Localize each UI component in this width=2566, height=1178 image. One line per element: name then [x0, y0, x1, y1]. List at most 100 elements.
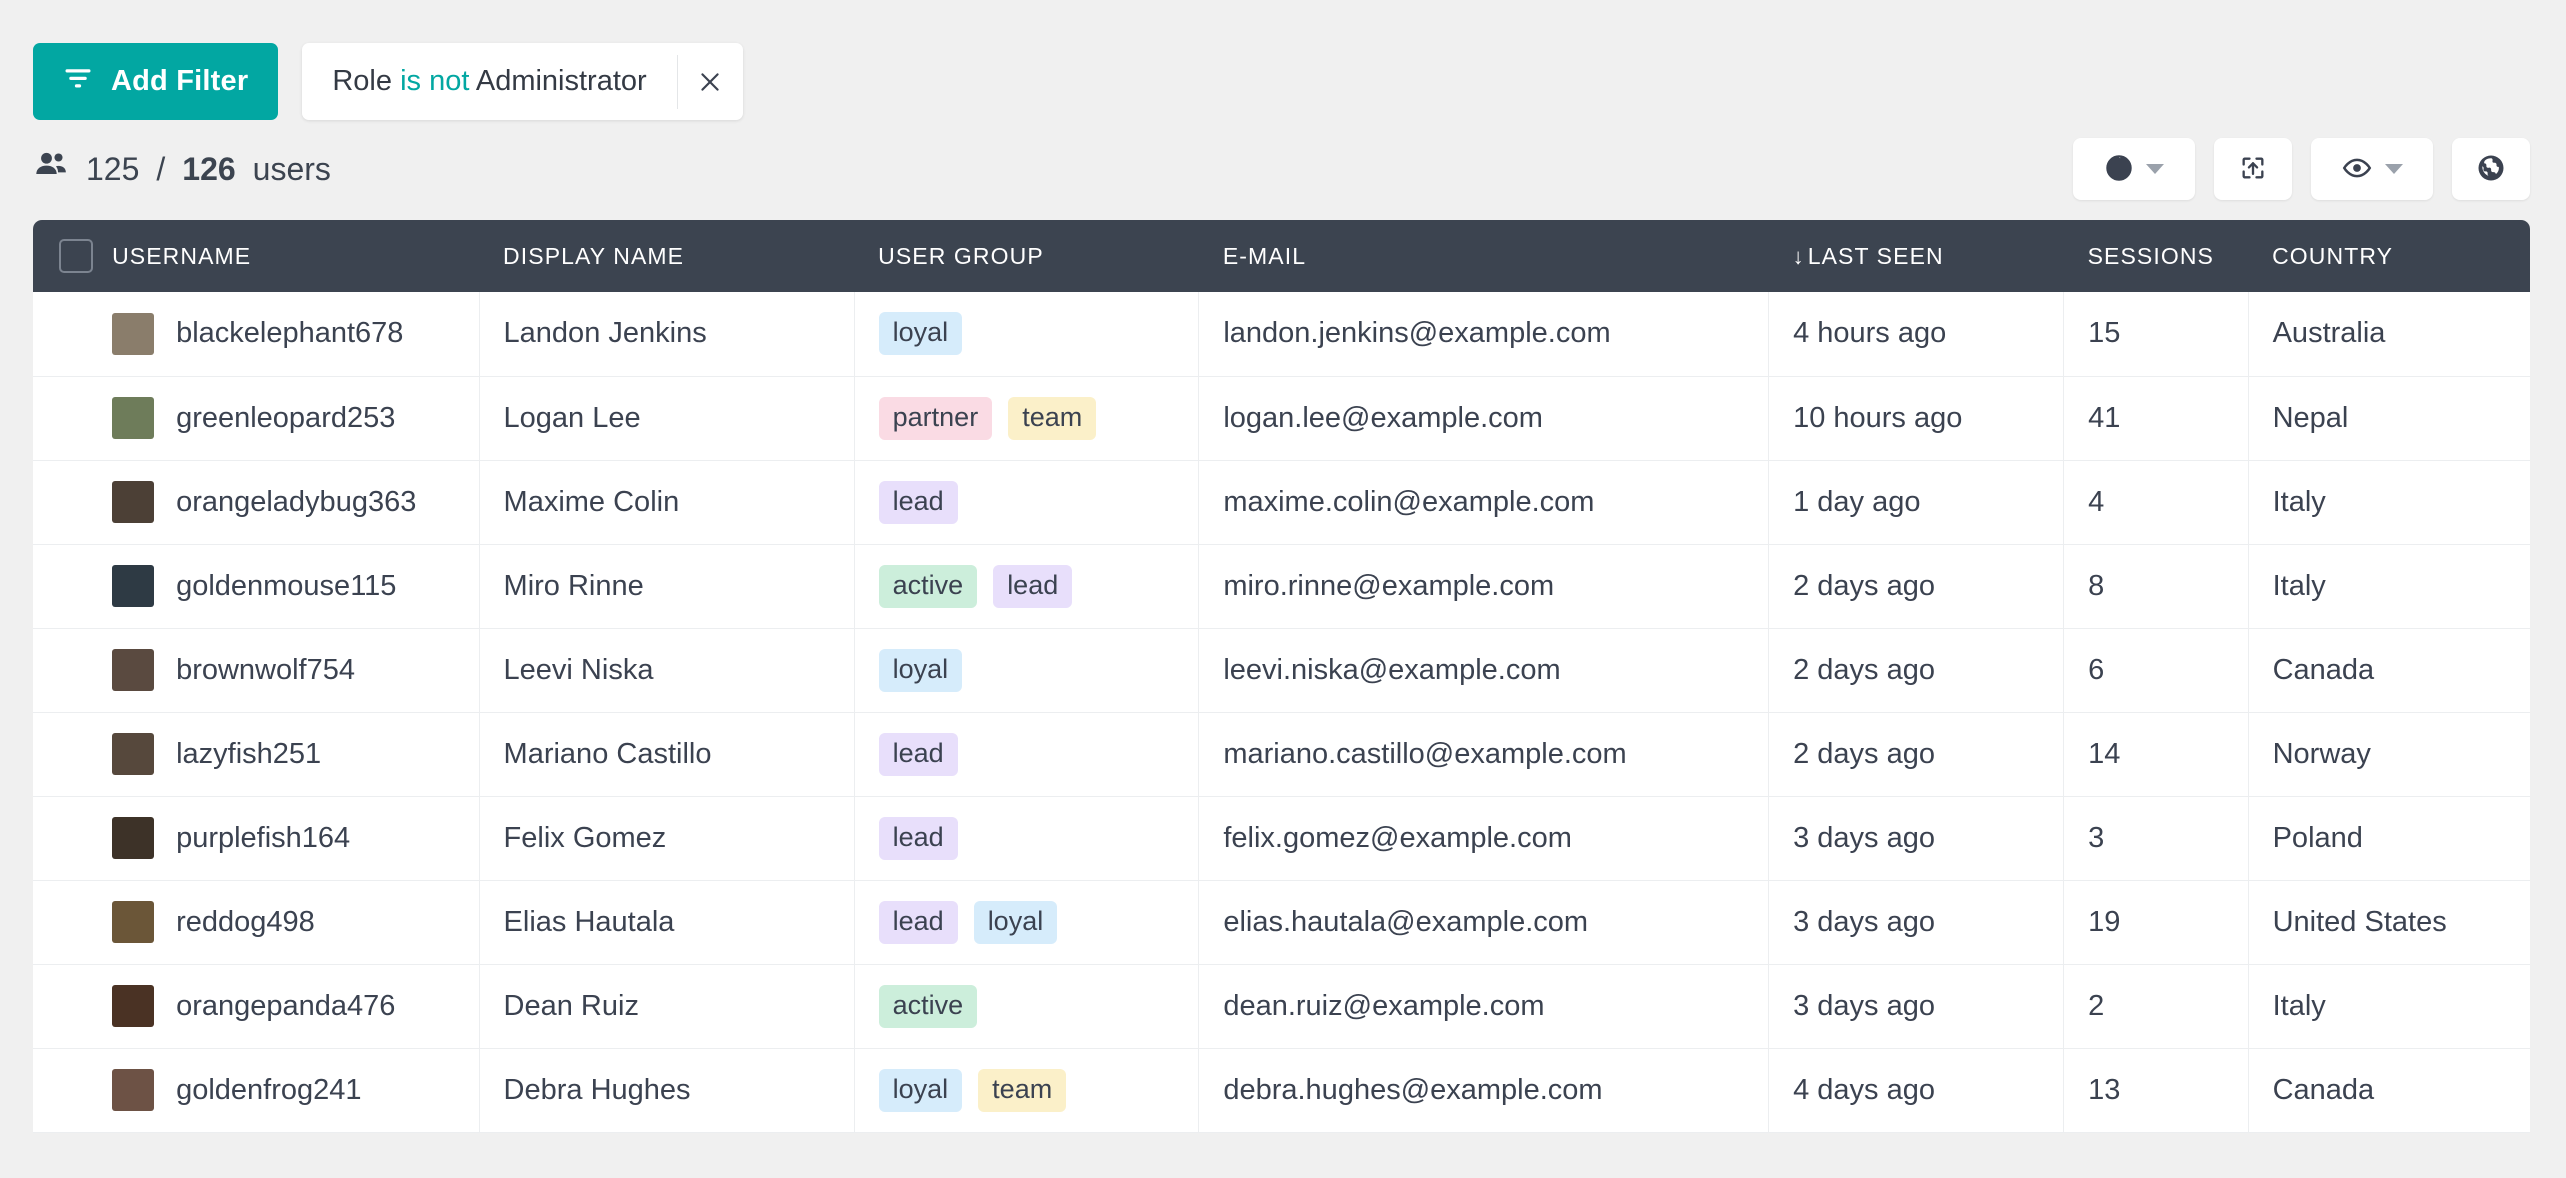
username-cell: orangepanda476	[112, 964, 479, 1048]
avatar	[112, 397, 154, 439]
last-seen-cell: 1 day ago	[1769, 460, 2064, 544]
username-text: greenleopard253	[176, 402, 395, 435]
column-label-display-name: DISPLAY NAME	[503, 243, 684, 269]
user-group-cell: loyal	[854, 628, 1199, 712]
username-cell: brownwolf754	[112, 628, 479, 712]
display-name-cell: Felix Gomez	[479, 796, 854, 880]
table-row[interactable]: lazyfish251 Mariano Castilloleadmariano.…	[33, 712, 2530, 796]
table-row[interactable]: goldenmouse115 Miro Rinneactiveleadmiro.…	[33, 544, 2530, 628]
country-cell: Nepal	[2248, 376, 2530, 460]
column-label-country: COUNTRY	[2272, 243, 2393, 269]
user-group-tag[interactable]: loyal	[879, 312, 963, 355]
user-group-tag[interactable]: active	[879, 985, 978, 1028]
chart-button[interactable]	[2073, 138, 2195, 200]
user-group-tag[interactable]: loyal	[879, 1069, 963, 1112]
filter-chip-value: Administrator	[476, 65, 647, 97]
sessions-cell: 15	[2064, 292, 2249, 376]
column-label-username: USERNAME	[112, 243, 251, 269]
user-group-cell: active	[854, 964, 1199, 1048]
export-button[interactable]	[2214, 138, 2292, 200]
column-header-last-seen[interactable]: ↓LAST SEEN	[1769, 220, 2064, 292]
add-filter-label: Add Filter	[111, 65, 248, 98]
user-group-tag[interactable]: lead	[879, 901, 958, 944]
table-row[interactable]: brownwolf754 Leevi Niskaloyalleevi.niska…	[33, 628, 2530, 712]
sessions-cell: 14	[2064, 712, 2249, 796]
country-cell: Italy	[2248, 964, 2530, 1048]
user-group-tag[interactable]: partner	[879, 397, 993, 440]
row-select-cell	[33, 712, 112, 796]
user-group-tag[interactable]: active	[879, 565, 978, 608]
username-cell: lazyfish251	[112, 712, 479, 796]
user-group-tag[interactable]: loyal	[974, 901, 1058, 944]
avatar	[112, 313, 154, 355]
row-select-cell	[33, 628, 112, 712]
row-select-cell	[33, 544, 112, 628]
email-cell: miro.rinne@example.com	[1199, 544, 1769, 628]
row-select-cell	[33, 796, 112, 880]
avatar	[112, 649, 154, 691]
user-group-tag[interactable]: lead	[879, 733, 958, 776]
user-group-cell: lead	[854, 712, 1199, 796]
user-group-tag[interactable]: team	[978, 1069, 1066, 1112]
user-group-tag[interactable]: loyal	[879, 649, 963, 692]
table-row[interactable]: blackelephant678 Landon Jenkinsloyalland…	[33, 292, 2530, 376]
column-header-username[interactable]: USERNAME	[112, 220, 479, 292]
last-seen-cell: 3 days ago	[1769, 796, 2064, 880]
add-filter-button[interactable]: Add Filter	[33, 43, 278, 120]
table-row[interactable]: purplefish164 Felix Gomezleadfelix.gomez…	[33, 796, 2530, 880]
last-seen-cell: 3 days ago	[1769, 964, 2064, 1048]
globe-icon	[2476, 153, 2506, 186]
table-row[interactable]: reddog498 Elias Hautalaleadloyalelias.ha…	[33, 880, 2530, 964]
table-header-row: USERNAME DISPLAY NAME USER GROUP E-MAIL …	[33, 220, 2530, 292]
table-row[interactable]: greenleopard253 Logan Leepartnerteamloga…	[33, 376, 2530, 460]
table-row[interactable]: orangeladybug363 Maxime Colinleadmaxime.…	[33, 460, 2530, 544]
last-seen-cell: 2 days ago	[1769, 628, 2064, 712]
select-all-checkbox[interactable]	[59, 239, 93, 273]
filter-chip-text: Role is not Administrator	[302, 65, 676, 98]
eye-icon	[2342, 153, 2372, 186]
user-group-tag[interactable]: lead	[879, 817, 958, 860]
column-header-country[interactable]: COUNTRY	[2248, 220, 2530, 292]
column-header-sessions[interactable]: SESSIONS	[2064, 220, 2249, 292]
sessions-cell: 4	[2064, 460, 2249, 544]
visibility-button[interactable]	[2311, 138, 2433, 200]
close-icon[interactable]	[677, 55, 743, 109]
column-header-email[interactable]: E-MAIL	[1199, 220, 1769, 292]
globe-button[interactable]	[2452, 138, 2530, 200]
user-group-tag[interactable]: lead	[993, 565, 1072, 608]
user-count-unit: users	[253, 151, 331, 188]
avatar	[112, 1069, 154, 1111]
user-group-tag[interactable]: lead	[879, 481, 958, 524]
display-name-cell: Leevi Niska	[479, 628, 854, 712]
user-group-cell: loyal	[854, 292, 1199, 376]
column-header-display-name[interactable]: DISPLAY NAME	[479, 220, 854, 292]
column-label-last-seen: LAST SEEN	[1808, 243, 1944, 269]
sessions-cell: 3	[2064, 796, 2249, 880]
row-select-cell	[33, 1048, 112, 1132]
email-cell: logan.lee@example.com	[1199, 376, 1769, 460]
user-count-total: 126	[182, 151, 235, 188]
display-name-cell: Dean Ruiz	[479, 964, 854, 1048]
country-cell: Italy	[2248, 460, 2530, 544]
display-name-cell: Elias Hautala	[479, 880, 854, 964]
last-seen-cell: 3 days ago	[1769, 880, 2064, 964]
table-row[interactable]: goldenfrog241 Debra Hughesloyalteamdebra…	[33, 1048, 2530, 1132]
last-seen-cell: 2 days ago	[1769, 544, 2064, 628]
filter-chip[interactable]: Role is not Administrator	[302, 43, 742, 120]
display-name-cell: Landon Jenkins	[479, 292, 854, 376]
display-name-cell: Maxime Colin	[479, 460, 854, 544]
country-cell: Canada	[2248, 1048, 2530, 1132]
table-row[interactable]: orangepanda476 Dean Ruizactivedean.ruiz@…	[33, 964, 2530, 1048]
country-cell: Norway	[2248, 712, 2530, 796]
column-header-user-group[interactable]: USER GROUP	[854, 220, 1199, 292]
display-name-cell: Miro Rinne	[479, 544, 854, 628]
filter-chip-operator: is not	[400, 65, 469, 97]
avatar	[112, 481, 154, 523]
username-text: lazyfish251	[176, 738, 321, 771]
username-text: brownwolf754	[176, 654, 355, 687]
sessions-cell: 2	[2064, 964, 2249, 1048]
export-upload-icon	[2239, 154, 2267, 185]
row-select-cell	[33, 376, 112, 460]
user-group-tag[interactable]: team	[1008, 397, 1096, 440]
chevron-down-icon	[2385, 164, 2403, 174]
